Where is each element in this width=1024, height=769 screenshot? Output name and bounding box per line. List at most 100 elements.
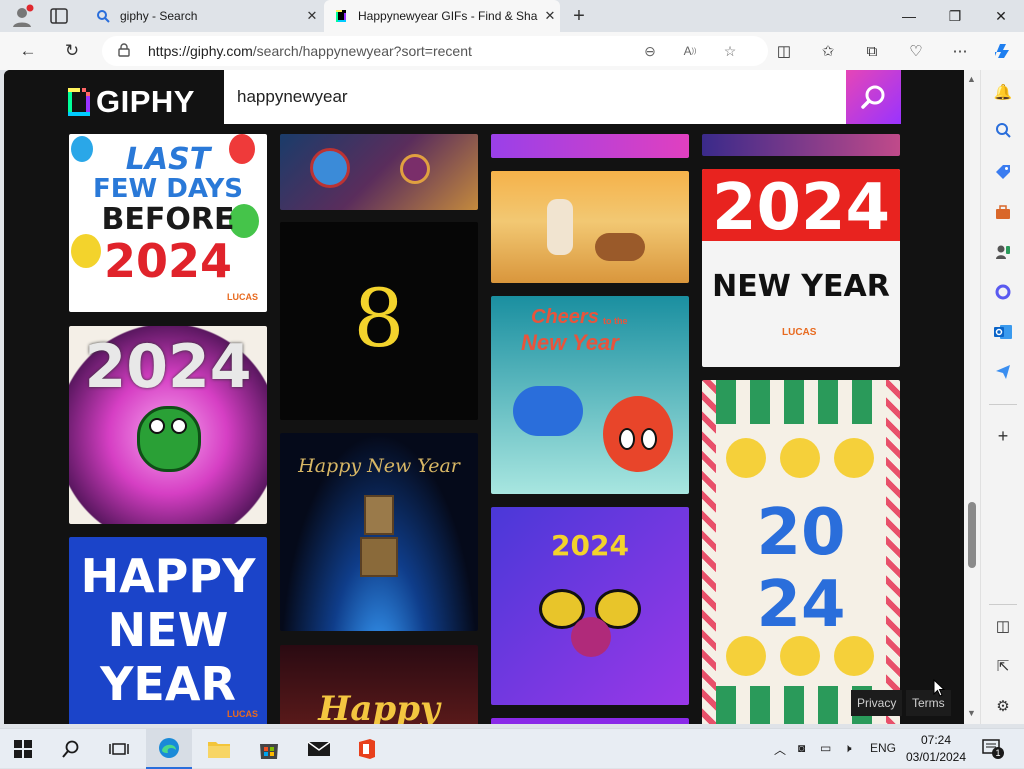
favorite-star-icon[interactable]: ☆ — [718, 39, 742, 63]
yellow-circle — [726, 438, 766, 478]
search-icon[interactable] — [991, 118, 1015, 142]
close-icon[interactable]: ✕ — [302, 8, 322, 24]
url-host: https://giphy.com — [148, 43, 253, 59]
tab-title: Happynewyear GIFs - Find & Sha — [358, 9, 538, 23]
gif-card[interactable] — [491, 171, 689, 283]
hidden-icons-chevron-icon[interactable]: ︿ — [774, 741, 786, 758]
search-button[interactable] — [846, 70, 901, 124]
search-icon[interactable] — [48, 729, 94, 769]
address-toolbar: ← ↻ https://giphy.com/search/happynewyea… — [0, 32, 1024, 70]
robot-body — [360, 537, 398, 577]
gif-card[interactable]: HAPPY NEW YEAR LUCAS — [69, 537, 267, 724]
giphy-header: GIPHY — [4, 70, 964, 132]
gif-card[interactable]: 2024 — [69, 326, 267, 524]
scroll-up-icon[interactable]: ▲ — [967, 74, 976, 84]
gif-badge: LUCAS — [227, 709, 258, 719]
more-menu-icon[interactable]: ⋯ — [946, 38, 974, 64]
profile-avatar-icon[interactable] — [10, 4, 34, 28]
ornament — [400, 154, 430, 184]
robot-character — [364, 495, 394, 535]
gif-card[interactable]: 2024 NEW YEAR LUCAS — [702, 169, 900, 367]
search-input[interactable] — [224, 70, 846, 124]
scrollbar-thumb[interactable] — [968, 502, 976, 568]
close-window-button[interactable]: ✕ — [978, 0, 1024, 32]
new-tab-button[interactable]: + — [566, 4, 592, 28]
send-icon[interactable] — [991, 360, 1015, 384]
tab-giphy-search[interactable]: giphy - Search ✕ — [86, 0, 322, 32]
zoom-out-icon[interactable]: ⊖ — [638, 39, 662, 63]
gif-text: 20 — [756, 496, 846, 570]
privacy-link[interactable]: Privacy — [851, 690, 903, 716]
gif-text: New Year — [521, 330, 619, 355]
scroll-down-icon[interactable]: ▼ — [967, 708, 976, 718]
gif-card[interactable] — [491, 134, 689, 158]
tab-actions-icon[interactable] — [50, 8, 68, 24]
sidebar-layout-icon[interactable]: ◫ — [991, 614, 1015, 638]
gif-card[interactable] — [491, 718, 689, 724]
bell-icon[interactable]: 🔔 — [991, 80, 1015, 104]
file-explorer-icon[interactable] — [196, 729, 242, 769]
browser-essentials-icon[interactable]: ♡ — [902, 38, 930, 64]
gif-card[interactable] — [280, 134, 478, 210]
split-screen-icon[interactable]: ◫ — [770, 38, 798, 64]
yellow-circle — [834, 438, 874, 478]
gif-text: FEW DAYS — [92, 174, 244, 204]
gif-text: 8 — [353, 272, 405, 365]
gif-card[interactable]: 8 — [280, 222, 478, 420]
tools-icon[interactable] — [991, 200, 1015, 224]
url-path: /search/happynewyear?sort=recent — [252, 43, 472, 59]
volume-muted-icon[interactable]: 🕨 — [844, 741, 852, 756]
alien-eye — [171, 418, 187, 434]
giphy-favicon-icon — [336, 10, 346, 22]
search-icon — [97, 10, 110, 23]
shopping-tag-icon[interactable] — [991, 160, 1015, 184]
language-indicator[interactable]: ENG — [870, 741, 896, 755]
tab-happynewyear[interactable]: Happynewyear GIFs - Find & Sha ✕ — [324, 0, 560, 32]
page-scrollbar[interactable]: ▲ ▼ — [964, 70, 980, 724]
games-icon[interactable] — [991, 240, 1015, 264]
windows-start-icon[interactable] — [0, 729, 46, 769]
microsoft365-icon[interactable] — [991, 280, 1015, 304]
gif-text: 24 — [756, 568, 846, 642]
gif-card[interactable]: Happy — [280, 645, 478, 724]
minimize-button[interactable]: — — [886, 0, 932, 32]
notification-center-icon[interactable]: 1 — [982, 739, 1004, 759]
gif-card[interactable] — [702, 134, 900, 156]
gif-card[interactable]: LAST FEW DAYS BEFORE 2024 LUCAS — [69, 134, 267, 312]
alien-character — [137, 406, 201, 472]
edge-taskbar-icon[interactable] — [146, 729, 192, 769]
network-icon[interactable]: ▭ — [820, 741, 831, 755]
gif-text: YEAR — [100, 657, 236, 711]
tab-title: giphy - Search — [120, 9, 198, 23]
gif-card[interactable]: Cheers to the New Year — [491, 296, 689, 494]
gif-card[interactable]: Happy New Year — [280, 433, 478, 631]
divider — [989, 404, 1017, 405]
yellow-circle — [780, 636, 820, 676]
gif-card[interactable]: 20 24 — [702, 380, 900, 724]
mail-icon[interactable] — [296, 729, 342, 769]
read-aloud-icon[interactable]: A)) — [678, 39, 702, 63]
giphy-logo-icon — [68, 88, 90, 116]
settings-gear-icon[interactable]: ⚙ — [991, 694, 1015, 718]
meet-now-icon[interactable]: ◙ — [798, 741, 805, 755]
collections-icon[interactable]: ⧉ — [858, 38, 886, 64]
refresh-button[interactable]: ↻ — [58, 38, 86, 64]
back-button[interactable]: ← — [14, 38, 42, 64]
task-view-icon[interactable] — [96, 729, 142, 769]
outlook-icon[interactable] — [991, 320, 1015, 344]
triangle-row — [716, 380, 886, 424]
dog-character — [595, 233, 645, 261]
close-icon[interactable]: ✕ — [540, 8, 560, 24]
giphy-logo[interactable]: GIPHY — [68, 84, 195, 120]
office-icon[interactable] — [344, 729, 390, 769]
external-link-icon[interactable]: ⇱ — [991, 654, 1015, 678]
add-icon[interactable]: + — [991, 424, 1015, 448]
copilot-icon[interactable] — [988, 38, 1016, 64]
gif-card[interactable]: 2024 — [491, 507, 689, 705]
favorites-icon[interactable]: ✩ — [814, 38, 842, 64]
restore-button[interactable]: ❐ — [932, 0, 978, 32]
microsoft-store-icon[interactable] — [246, 729, 292, 769]
address-bar[interactable]: https://giphy.com/search/happynewyear?so… — [102, 36, 768, 66]
taskbar-clock[interactable]: 07:24 03/01/2024 — [900, 732, 972, 766]
gif-badge: LUCAS — [227, 292, 258, 302]
